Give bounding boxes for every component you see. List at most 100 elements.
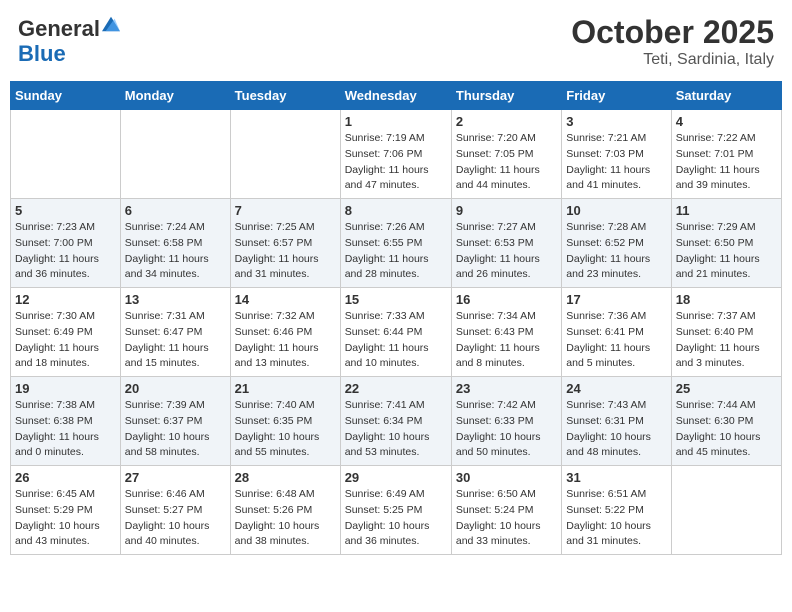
calendar-cell: 13 Sunrise: 7:31 AMSunset: 6:47 PMDayligh… (120, 288, 230, 377)
day-number: 15 (345, 292, 447, 307)
day-number: 19 (15, 381, 116, 396)
day-info: Sunrise: 6:46 AMSunset: 5:27 PMDaylight:… (125, 487, 226, 550)
day-header-wednesday: Wednesday (340, 82, 451, 110)
day-number: 22 (345, 381, 447, 396)
day-info: Sunrise: 7:24 AMSunset: 6:58 PMDaylight:… (125, 220, 226, 283)
day-header-monday: Monday (120, 82, 230, 110)
day-number: 8 (345, 203, 447, 218)
day-header-saturday: Saturday (671, 82, 781, 110)
calendar-cell: 11 Sunrise: 7:29 AMSunset: 6:50 PMDayligh… (671, 199, 781, 288)
day-number: 24 (566, 381, 666, 396)
day-number: 5 (15, 203, 116, 218)
logo-blue-text: Blue (18, 41, 66, 66)
day-number: 29 (345, 470, 447, 485)
day-info: Sunrise: 6:49 AMSunset: 5:25 PMDaylight:… (345, 487, 447, 550)
day-info: Sunrise: 7:31 AMSunset: 6:47 PMDaylight:… (125, 309, 226, 372)
day-info: Sunrise: 7:37 AMSunset: 6:40 PMDaylight:… (676, 309, 777, 372)
day-info: Sunrise: 7:23 AMSunset: 7:00 PMDaylight:… (15, 220, 116, 283)
day-info: Sunrise: 7:19 AMSunset: 7:06 PMDaylight:… (345, 131, 447, 194)
day-number: 28 (235, 470, 336, 485)
calendar-cell: 22 Sunrise: 7:41 AMSunset: 6:34 PMDayligh… (340, 377, 451, 466)
day-number: 6 (125, 203, 226, 218)
calendar-cell: 16Sunrise: 7:34 AMSunset: 6:43 PMDayligh… (451, 288, 561, 377)
day-info: Sunrise: 7:38 AMSunset: 6:38 PMDaylight:… (15, 398, 116, 461)
day-number: 31 (566, 470, 666, 485)
day-number: 20 (125, 381, 226, 396)
day-info: Sunrise: 7:21 AMSunset: 7:03 PMDaylight:… (566, 131, 666, 194)
calendar-cell: 5 Sunrise: 7:23 AMSunset: 7:00 PMDaylight… (11, 199, 121, 288)
calendar-cell: 4 Sunrise: 7:22 AMSunset: 7:01 PMDaylight… (671, 110, 781, 199)
day-info: Sunrise: 7:40 AMSunset: 6:35 PMDaylight:… (235, 398, 336, 461)
day-number: 25 (676, 381, 777, 396)
calendar-cell: 14Sunrise: 7:32 AMSunset: 6:46 PMDayligh… (230, 288, 340, 377)
calendar-cell: 28 Sunrise: 6:48 AMSunset: 5:26 PMDayligh… (230, 466, 340, 555)
calendar-cell: 25 Sunrise: 7:44 AMSunset: 6:30 PMDayligh… (671, 377, 781, 466)
calendar-cell (11, 110, 121, 199)
day-info: Sunrise: 7:44 AMSunset: 6:30 PMDaylight:… (676, 398, 777, 461)
day-number: 12 (15, 292, 116, 307)
location-title: Teti, Sardinia, Italy (571, 51, 774, 69)
calendar-cell: 31 Sunrise: 6:51 AMSunset: 5:22 PMDayligh… (562, 466, 671, 555)
day-info: Sunrise: 6:45 AMSunset: 5:29 PMDaylight:… (15, 487, 116, 550)
calendar-week-1: 5 Sunrise: 7:23 AMSunset: 7:00 PMDaylight… (11, 199, 782, 288)
day-number: 4 (676, 114, 777, 129)
day-header-thursday: Thursday (451, 82, 561, 110)
calendar-cell: 17 Sunrise: 7:36 AMSunset: 6:41 PMDayligh… (562, 288, 671, 377)
day-info: Sunrise: 6:48 AMSunset: 5:26 PMDaylight:… (235, 487, 336, 550)
title-block: October 2025 Teti, Sardinia, Italy (571, 14, 774, 69)
day-info: Sunrise: 7:26 AMSunset: 6:55 PMDaylight:… (345, 220, 447, 283)
day-number: 2 (456, 114, 557, 129)
day-number: 18 (676, 292, 777, 307)
day-info: Sunrise: 7:25 AMSunset: 6:57 PMDaylight:… (235, 220, 336, 283)
calendar-cell: 6 Sunrise: 7:24 AMSunset: 6:58 PMDaylight… (120, 199, 230, 288)
calendar-table: SundayMondayTuesdayWednesdayThursdayFrid… (10, 81, 782, 555)
day-info: Sunrise: 7:39 AMSunset: 6:37 PMDaylight:… (125, 398, 226, 461)
calendar-cell: 1 Sunrise: 7:19 AMSunset: 7:06 PMDaylight… (340, 110, 451, 199)
calendar-cell: 24 Sunrise: 7:43 AMSunset: 6:31 PMDayligh… (562, 377, 671, 466)
day-number: 26 (15, 470, 116, 485)
calendar-week-0: 1 Sunrise: 7:19 AMSunset: 7:06 PMDaylight… (11, 110, 782, 199)
day-number: 21 (235, 381, 336, 396)
calendar-body: 1 Sunrise: 7:19 AMSunset: 7:06 PMDaylight… (11, 110, 782, 555)
day-info: Sunrise: 7:36 AMSunset: 6:41 PMDaylight:… (566, 309, 666, 372)
logo: General Blue (18, 17, 122, 65)
day-info: Sunrise: 7:41 AMSunset: 6:34 PMDaylight:… (345, 398, 447, 461)
logo-icon (102, 15, 120, 33)
calendar-week-3: 19 Sunrise: 7:38 AMSunset: 6:38 PMDayligh… (11, 377, 782, 466)
month-title: October 2025 (571, 14, 774, 51)
day-header-sunday: Sunday (11, 82, 121, 110)
day-number: 11 (676, 203, 777, 218)
day-number: 9 (456, 203, 557, 218)
day-info: Sunrise: 7:30 AMSunset: 6:49 PMDaylight:… (15, 309, 116, 372)
day-info: Sunrise: 7:28 AMSunset: 6:52 PMDaylight:… (566, 220, 666, 283)
calendar-cell: 8 Sunrise: 7:26 AMSunset: 6:55 PMDaylight… (340, 199, 451, 288)
calendar-cell: 27 Sunrise: 6:46 AMSunset: 5:27 PMDayligh… (120, 466, 230, 555)
day-number: 27 (125, 470, 226, 485)
calendar-cell: 30Sunrise: 6:50 AMSunset: 5:24 PMDayligh… (451, 466, 561, 555)
day-info: Sunrise: 6:51 AMSunset: 5:22 PMDaylight:… (566, 487, 666, 550)
calendar-header: SundayMondayTuesdayWednesdayThursdayFrid… (11, 82, 782, 110)
calendar-cell (120, 110, 230, 199)
day-number: 13 (125, 292, 226, 307)
day-info: Sunrise: 7:29 AMSunset: 6:50 PMDaylight:… (676, 220, 777, 283)
day-number: 7 (235, 203, 336, 218)
calendar-cell: 7 Sunrise: 7:25 AMSunset: 6:57 PMDaylight… (230, 199, 340, 288)
day-info: Sunrise: 7:20 AMSunset: 7:05 PMDaylight:… (456, 131, 557, 194)
calendar-cell: 21 Sunrise: 7:40 AMSunset: 6:35 PMDayligh… (230, 377, 340, 466)
day-headers-row: SundayMondayTuesdayWednesdayThursdayFrid… (11, 82, 782, 110)
header: General Blue October 2025 Teti, Sardinia… (10, 10, 782, 73)
calendar-cell: 18 Sunrise: 7:37 AMSunset: 6:40 PMDayligh… (671, 288, 781, 377)
calendar-cell: 29 Sunrise: 6:49 AMSunset: 5:25 PMDayligh… (340, 466, 451, 555)
calendar-cell: 9Sunrise: 7:27 AMSunset: 6:53 PMDaylight… (451, 199, 561, 288)
day-number: 3 (566, 114, 666, 129)
day-info: Sunrise: 7:43 AMSunset: 6:31 PMDaylight:… (566, 398, 666, 461)
day-info: Sunrise: 7:22 AMSunset: 7:01 PMDaylight:… (676, 131, 777, 194)
day-number: 1 (345, 114, 447, 129)
calendar-cell: 12 Sunrise: 7:30 AMSunset: 6:49 PMDayligh… (11, 288, 121, 377)
day-number: 17 (566, 292, 666, 307)
calendar-cell: 2 Sunrise: 7:20 AMSunset: 7:05 PMDaylight… (451, 110, 561, 199)
calendar-cell: 3 Sunrise: 7:21 AMSunset: 7:03 PMDaylight… (562, 110, 671, 199)
day-info: Sunrise: 7:42 AMSunset: 6:33 PMDaylight:… (456, 398, 557, 461)
day-info: Sunrise: 7:33 AMSunset: 6:44 PMDaylight:… (345, 309, 447, 372)
day-number: 14 (235, 292, 336, 307)
